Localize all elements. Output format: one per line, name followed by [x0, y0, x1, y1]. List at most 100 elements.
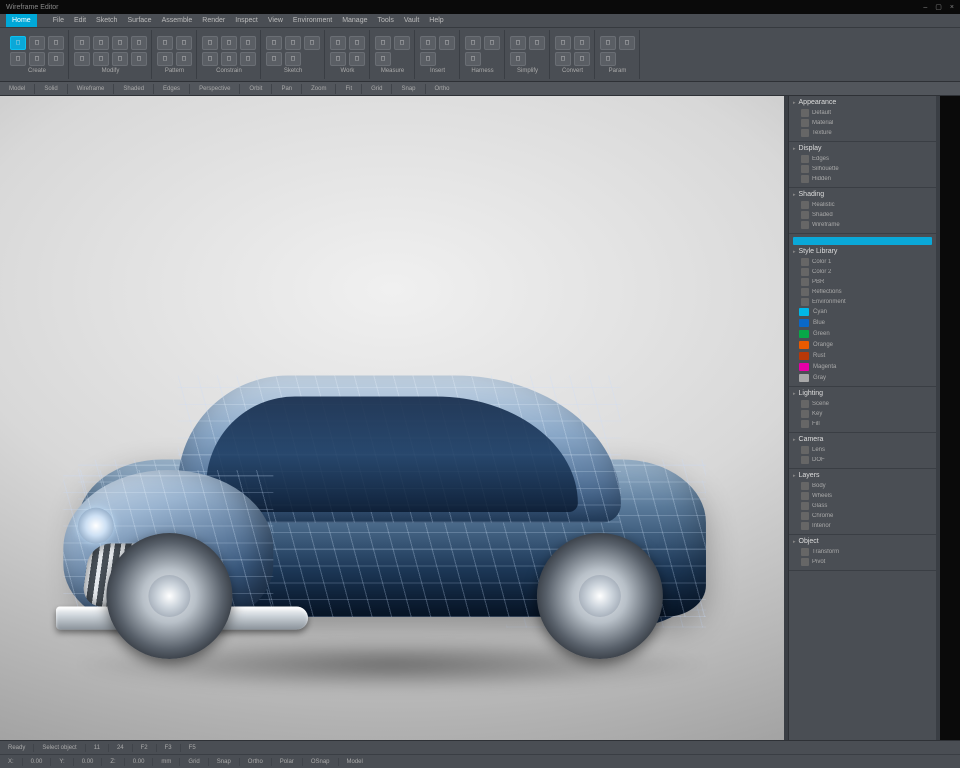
- ribbon-button[interactable]: ◻: [555, 36, 571, 50]
- panel-row[interactable]: Glass: [793, 501, 932, 511]
- ribbon-button[interactable]: ◻: [176, 52, 192, 66]
- menu-file[interactable]: File: [53, 17, 64, 24]
- ribbon-button[interactable]: ◻: [93, 36, 109, 50]
- ribbon-button[interactable]: ◻: [29, 52, 45, 66]
- panel-row[interactable]: Pivot: [793, 557, 932, 567]
- panel-section-header[interactable]: ▸Lighting: [793, 390, 932, 397]
- color-swatch[interactable]: Cyan: [799, 307, 932, 317]
- panel-row[interactable]: Shaded: [793, 210, 932, 220]
- toolbar-segment[interactable]: Shaded: [120, 86, 147, 92]
- close-button[interactable]: ×: [950, 4, 954, 11]
- color-swatch[interactable]: Orange: [799, 340, 932, 350]
- ribbon-button[interactable]: ◻: [304, 36, 320, 50]
- ribbon-button[interactable]: ◻: [48, 36, 64, 50]
- menu-inspect[interactable]: Inspect: [235, 17, 258, 24]
- status-segment[interactable]: Snap: [215, 759, 233, 765]
- panel-row[interactable]: Reflections: [793, 287, 932, 297]
- minimize-button[interactable]: –: [923, 4, 927, 11]
- ribbon-button[interactable]: ◻: [330, 52, 346, 66]
- ribbon-button[interactable]: ◻: [600, 36, 616, 50]
- toolbar-segment[interactable]: Solid: [41, 86, 60, 92]
- panel-row[interactable]: Scene: [793, 399, 932, 409]
- ribbon-button[interactable]: ◻: [93, 52, 109, 66]
- panel-row[interactable]: Environment: [793, 297, 932, 307]
- color-swatch[interactable]: Gray: [799, 373, 932, 383]
- ribbon-button[interactable]: ◻: [221, 36, 237, 50]
- ribbon-button[interactable]: ◻: [484, 36, 500, 50]
- menu-help[interactable]: Help: [429, 17, 443, 24]
- toolbar-segment[interactable]: Wireframe: [74, 86, 108, 92]
- ribbon-button[interactable]: ◻: [131, 36, 147, 50]
- toolbar-segment[interactable]: Orbit: [246, 86, 265, 92]
- ribbon-button[interactable]: ◻: [285, 52, 301, 66]
- menu-edit[interactable]: Edit: [74, 17, 86, 24]
- panel-row[interactable]: PBR: [793, 277, 932, 287]
- color-swatch[interactable]: Blue: [799, 318, 932, 328]
- panel-row[interactable]: Texture: [793, 128, 932, 138]
- toolbar-segment[interactable]: Fit: [342, 86, 355, 92]
- panel-section-header[interactable]: ▸Display: [793, 145, 932, 152]
- ribbon-button[interactable]: ◻: [600, 52, 616, 66]
- panel-row[interactable]: Interior: [793, 521, 932, 531]
- viewport[interactable]: [0, 96, 784, 740]
- menu-tools[interactable]: Tools: [377, 17, 393, 24]
- status-segment[interactable]: Ready: [6, 745, 27, 751]
- ribbon-button[interactable]: ◻: [10, 52, 26, 66]
- ribbon-button[interactable]: ◻: [157, 36, 173, 50]
- toolbar-segment[interactable]: Model: [6, 86, 28, 92]
- status-segment[interactable]: 0.00: [131, 759, 147, 765]
- toolbar-segment[interactable]: Perspective: [196, 86, 233, 92]
- status-segment[interactable]: X:: [6, 759, 16, 765]
- panel-row[interactable]: Body: [793, 481, 932, 491]
- tab-home[interactable]: Home: [6, 14, 37, 27]
- ribbon-button[interactable]: ◻: [465, 36, 481, 50]
- status-segment[interactable]: 0.00: [29, 759, 45, 765]
- ribbon-button[interactable]: ◻: [375, 52, 391, 66]
- panel-row[interactable]: Transform: [793, 547, 932, 557]
- ribbon-button[interactable]: ◻: [465, 52, 481, 66]
- ribbon-button[interactable]: ◻: [420, 52, 436, 66]
- panel-section-header[interactable]: ▸Shading: [793, 191, 932, 198]
- status-segment[interactable]: Select object: [40, 745, 78, 751]
- status-segment[interactable]: 0.00: [80, 759, 96, 765]
- ribbon-button[interactable]: ◻: [529, 36, 545, 50]
- ribbon-button[interactable]: ◻: [266, 36, 282, 50]
- ribbon-button[interactable]: ◻: [510, 36, 526, 50]
- ribbon-button[interactable]: ◻: [375, 36, 391, 50]
- ribbon-button[interactable]: ◻: [202, 52, 218, 66]
- status-segment[interactable]: 11: [92, 745, 102, 751]
- ribbon-button[interactable]: ◻: [74, 36, 90, 50]
- ribbon-button[interactable]: ◻: [510, 52, 526, 66]
- ribbon-button[interactable]: ◻: [420, 36, 436, 50]
- panel-section-header[interactable]: ▸Object: [793, 538, 932, 545]
- panel-row[interactable]: Wheels: [793, 491, 932, 501]
- ribbon-button[interactable]: ◻: [574, 52, 590, 66]
- ribbon-button[interactable]: ◻: [48, 52, 64, 66]
- panel-row[interactable]: Edges: [793, 154, 932, 164]
- menu-view[interactable]: View: [268, 17, 283, 24]
- toolbar-segment[interactable]: Ortho: [432, 86, 453, 92]
- panel-row[interactable]: Lens: [793, 445, 932, 455]
- toolbar-segment[interactable]: Grid: [368, 86, 385, 92]
- panel-row[interactable]: Realistic: [793, 200, 932, 210]
- panel-row[interactable]: Default: [793, 108, 932, 118]
- toolbar-segment[interactable]: Snap: [398, 86, 418, 92]
- panel-section-header[interactable]: ▸Layers: [793, 472, 932, 479]
- ribbon-button[interactable]: ◻: [240, 36, 256, 50]
- ribbon-button[interactable]: ◻: [349, 36, 365, 50]
- status-segment[interactable]: F2: [139, 745, 150, 751]
- status-segment[interactable]: OSnap: [309, 759, 332, 765]
- status-segment[interactable]: Z:: [108, 759, 117, 765]
- panel-row[interactable]: Chrome: [793, 511, 932, 521]
- status-segment[interactable]: 24: [115, 745, 126, 751]
- status-segment[interactable]: Ortho: [246, 759, 265, 765]
- ribbon-button[interactable]: ◻: [10, 36, 26, 50]
- status-segment[interactable]: Model: [345, 759, 365, 765]
- menu-sketch[interactable]: Sketch: [96, 17, 117, 24]
- menu-assemble[interactable]: Assemble: [162, 17, 193, 24]
- ribbon-button[interactable]: ◻: [555, 52, 571, 66]
- panel-section-header[interactable]: ▸Appearance: [793, 99, 932, 106]
- status-segment[interactable]: Y:: [57, 759, 66, 765]
- ribbon-button[interactable]: ◻: [202, 36, 218, 50]
- menu-environment[interactable]: Environment: [293, 17, 332, 24]
